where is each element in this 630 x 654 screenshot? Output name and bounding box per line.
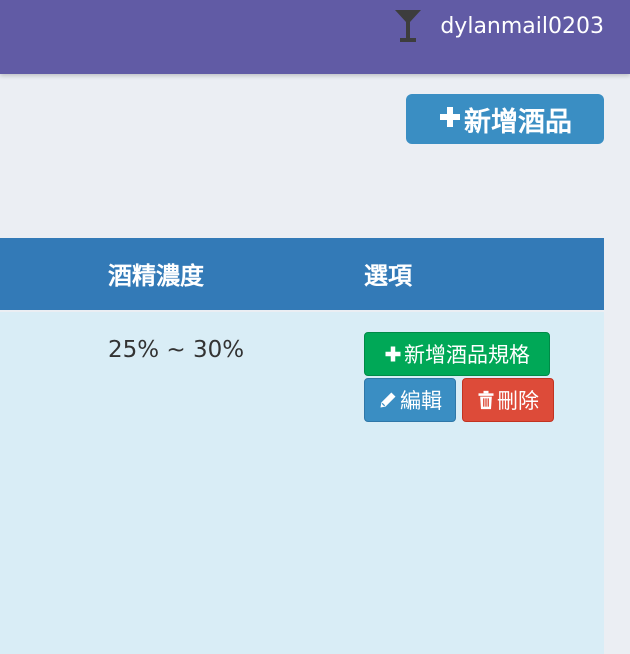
cocktail-glass-icon (395, 10, 422, 42)
plus-icon (438, 105, 462, 134)
delete-button[interactable]: 刪除 (462, 378, 554, 422)
column-header-options: 選項 (364, 262, 412, 290)
edit-button[interactable]: 編輯 (364, 378, 456, 422)
abv-cell: 25% ~ 30% (108, 337, 245, 363)
plus-icon (384, 345, 402, 363)
add-product-label: 新增酒品 (464, 106, 572, 137)
top-navbar: dylanmail0203 (0, 0, 630, 74)
edit-label: 編輯 (400, 389, 442, 413)
username[interactable]: dylanmail0203 (440, 14, 604, 39)
add-spec-label: 新增酒品規格 (404, 343, 530, 367)
table-header: 酒精濃度 選項 (0, 238, 604, 310)
add-product-button[interactable]: 新增酒品 (406, 94, 604, 144)
add-spec-button[interactable]: 新增酒品規格 (364, 332, 550, 376)
column-header-abv: 酒精濃度 (108, 262, 204, 290)
delete-label: 刪除 (497, 389, 539, 413)
trash-icon (477, 390, 495, 410)
table-row: 25% ~ 30% 新增酒品規格 編輯 刪除 (0, 312, 604, 654)
pencil-icon (378, 390, 398, 410)
user-menu[interactable]: dylanmail0203 (394, 8, 604, 44)
